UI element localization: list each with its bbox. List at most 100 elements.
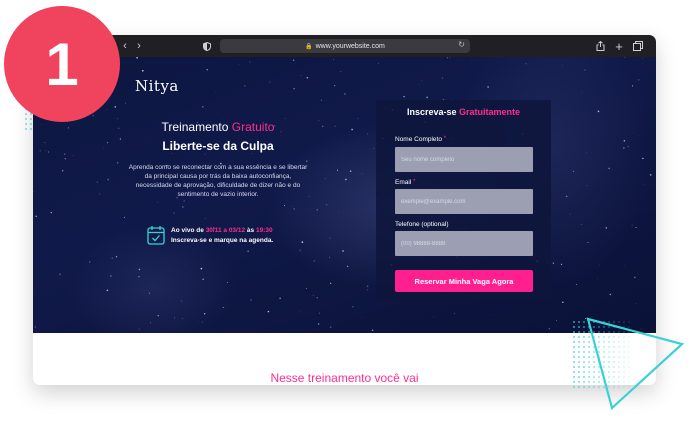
star xyxy=(351,128,353,131)
star xyxy=(361,317,363,318)
star xyxy=(99,193,101,195)
star xyxy=(581,92,583,93)
name-label: Nome Completo * xyxy=(395,136,446,143)
starfield xyxy=(33,57,652,333)
deco-dot xyxy=(573,356,575,358)
star xyxy=(200,267,203,270)
deco-dot xyxy=(573,386,575,388)
live-schedule-line1: Ao vivo de 30/11 a 03/12 às 19:30 xyxy=(171,226,273,236)
star xyxy=(352,305,354,308)
url-text: www.yourwebsite.com xyxy=(315,42,385,50)
star xyxy=(41,124,42,125)
star xyxy=(366,289,368,291)
star xyxy=(125,102,126,104)
star xyxy=(293,208,295,210)
star xyxy=(182,206,184,208)
deco-dot xyxy=(573,381,575,383)
star xyxy=(300,310,301,312)
star xyxy=(318,312,321,314)
star xyxy=(116,162,119,164)
star xyxy=(373,147,375,149)
deco-dot xyxy=(30,118,32,120)
star xyxy=(471,60,473,62)
star xyxy=(642,157,644,160)
deco-dot xyxy=(573,341,575,343)
star xyxy=(556,319,557,321)
lock-icon: 🔒 xyxy=(305,43,313,50)
star xyxy=(181,300,183,302)
live-dates: 30/11 a 03/12 xyxy=(205,227,246,234)
star xyxy=(569,213,571,215)
tabs-icon[interactable] xyxy=(630,38,646,54)
star xyxy=(642,58,644,59)
shield-icon[interactable] xyxy=(199,38,215,54)
hero-title-prefix: Treinamento xyxy=(161,120,229,134)
logo[interactable]: Nitya xyxy=(135,77,179,95)
star xyxy=(344,93,346,95)
star xyxy=(35,215,37,218)
star xyxy=(137,67,139,68)
star xyxy=(320,99,322,101)
phone-field[interactable] xyxy=(395,231,533,256)
star xyxy=(627,146,629,148)
star xyxy=(34,326,36,328)
star xyxy=(111,257,114,259)
star xyxy=(284,118,286,120)
star xyxy=(204,313,206,315)
hero-section: Nitya Treinamento Gratuito Liberte-se da… xyxy=(33,57,656,333)
share-icon[interactable] xyxy=(592,38,608,54)
star xyxy=(138,276,140,278)
deco-dot xyxy=(573,376,575,378)
star xyxy=(587,242,589,243)
star xyxy=(433,315,435,317)
signup-form: Inscreva-se Gratuitamente Nome Completo … xyxy=(376,100,551,300)
plus-icon[interactable]: + xyxy=(611,38,627,54)
required-mark: * xyxy=(443,136,447,142)
deco-dot xyxy=(30,123,32,125)
star xyxy=(597,277,598,279)
star xyxy=(204,218,206,219)
star xyxy=(449,57,451,59)
star xyxy=(426,96,428,99)
star xyxy=(597,110,600,113)
star xyxy=(313,260,315,262)
star xyxy=(62,170,64,172)
star xyxy=(88,261,91,263)
star xyxy=(305,287,307,289)
star xyxy=(299,249,301,252)
name-field[interactable] xyxy=(395,147,533,172)
star xyxy=(624,265,626,266)
star xyxy=(44,141,46,144)
star xyxy=(136,57,138,59)
live-schedule-line2: Inscreva-se e marque na agenda. xyxy=(171,237,274,244)
reload-icon[interactable]: ↻ xyxy=(458,40,465,49)
chevron-right-icon[interactable]: › xyxy=(131,38,147,54)
star xyxy=(349,170,352,172)
deco-dot xyxy=(25,123,27,125)
star xyxy=(250,299,252,301)
star xyxy=(39,150,41,152)
deco-dot xyxy=(573,321,575,323)
live-time: 19:30 xyxy=(255,227,273,234)
star xyxy=(623,147,625,149)
live-at: às xyxy=(246,227,255,234)
deco-dot xyxy=(573,361,575,363)
deco-dot xyxy=(573,336,575,338)
star xyxy=(33,190,34,193)
star xyxy=(308,196,310,198)
deco-dot xyxy=(25,128,27,130)
email-field[interactable] xyxy=(395,189,533,214)
star xyxy=(249,61,251,63)
address-bar[interactable]: 🔒 www.yourwebsite.com ↻ xyxy=(220,39,470,53)
deco-dot xyxy=(25,113,27,115)
star xyxy=(148,292,150,294)
star xyxy=(336,169,339,171)
deco-dot xyxy=(573,351,575,353)
reserve-spot-button[interactable]: Reservar Minha Vaga Agora xyxy=(395,270,533,292)
deco-dot xyxy=(30,128,32,130)
star xyxy=(293,59,295,61)
star xyxy=(487,86,489,88)
star xyxy=(624,57,626,58)
star xyxy=(638,135,640,137)
star xyxy=(560,263,563,265)
